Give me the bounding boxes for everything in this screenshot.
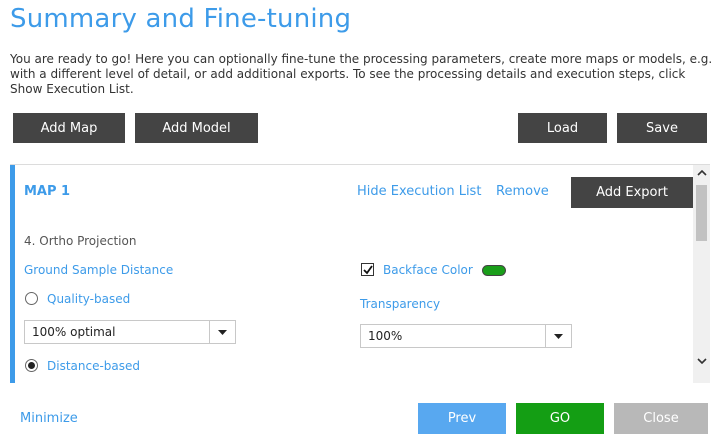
hide-execution-list-link[interactable]: Hide Execution List — [357, 184, 481, 199]
close-button[interactable]: Close — [614, 403, 708, 434]
remove-link[interactable]: Remove — [496, 184, 549, 199]
intro-text: You are ready to go! Here you can option… — [10, 52, 713, 96]
transparency-label: Transparency — [360, 297, 441, 311]
add-map-button[interactable]: Add Map — [13, 113, 125, 143]
quality-based-label[interactable]: Quality-based — [47, 292, 130, 306]
prev-button[interactable]: Prev — [418, 403, 506, 434]
load-button[interactable]: Load — [518, 113, 607, 143]
check-icon — [362, 264, 373, 274]
map-title: MAP 1 — [24, 184, 71, 199]
backface-color-checkbox[interactable] — [361, 263, 374, 276]
add-export-button[interactable]: Add Export — [571, 177, 693, 208]
backface-color-swatch[interactable] — [482, 265, 506, 276]
scrollbar-thumb[interactable] — [696, 185, 707, 241]
scroll-up-icon[interactable] — [693, 165, 710, 181]
ground-sample-distance-label: Ground Sample Distance — [24, 263, 174, 277]
transparency-select[interactable]: 100% — [360, 324, 572, 348]
scroll-down-icon[interactable] — [693, 353, 710, 369]
quality-select-value: 100% optimal — [32, 325, 116, 339]
quality-select[interactable]: 100% optimal — [24, 320, 236, 344]
chevron-down-icon — [209, 321, 235, 343]
map-panel: MAP 1 Hide Execution List Remove Add Exp… — [10, 164, 710, 383]
transparency-select-value: 100% — [368, 329, 403, 343]
save-button[interactable]: Save — [617, 113, 707, 143]
distance-based-label[interactable]: Distance-based — [47, 359, 140, 373]
page-title: Summary and Fine-tuning — [10, 4, 352, 34]
quality-based-radio[interactable] — [25, 292, 38, 305]
add-model-button[interactable]: Add Model — [135, 113, 258, 143]
distance-based-radio[interactable] — [25, 359, 38, 372]
panel-accent-bar — [10, 165, 15, 383]
section-heading: 4. Ortho Projection — [24, 234, 137, 248]
backface-color-label: Backface Color — [383, 263, 473, 277]
minimize-link[interactable]: Minimize — [20, 411, 78, 426]
go-button[interactable]: GO — [516, 403, 604, 434]
chevron-down-icon — [545, 325, 571, 347]
